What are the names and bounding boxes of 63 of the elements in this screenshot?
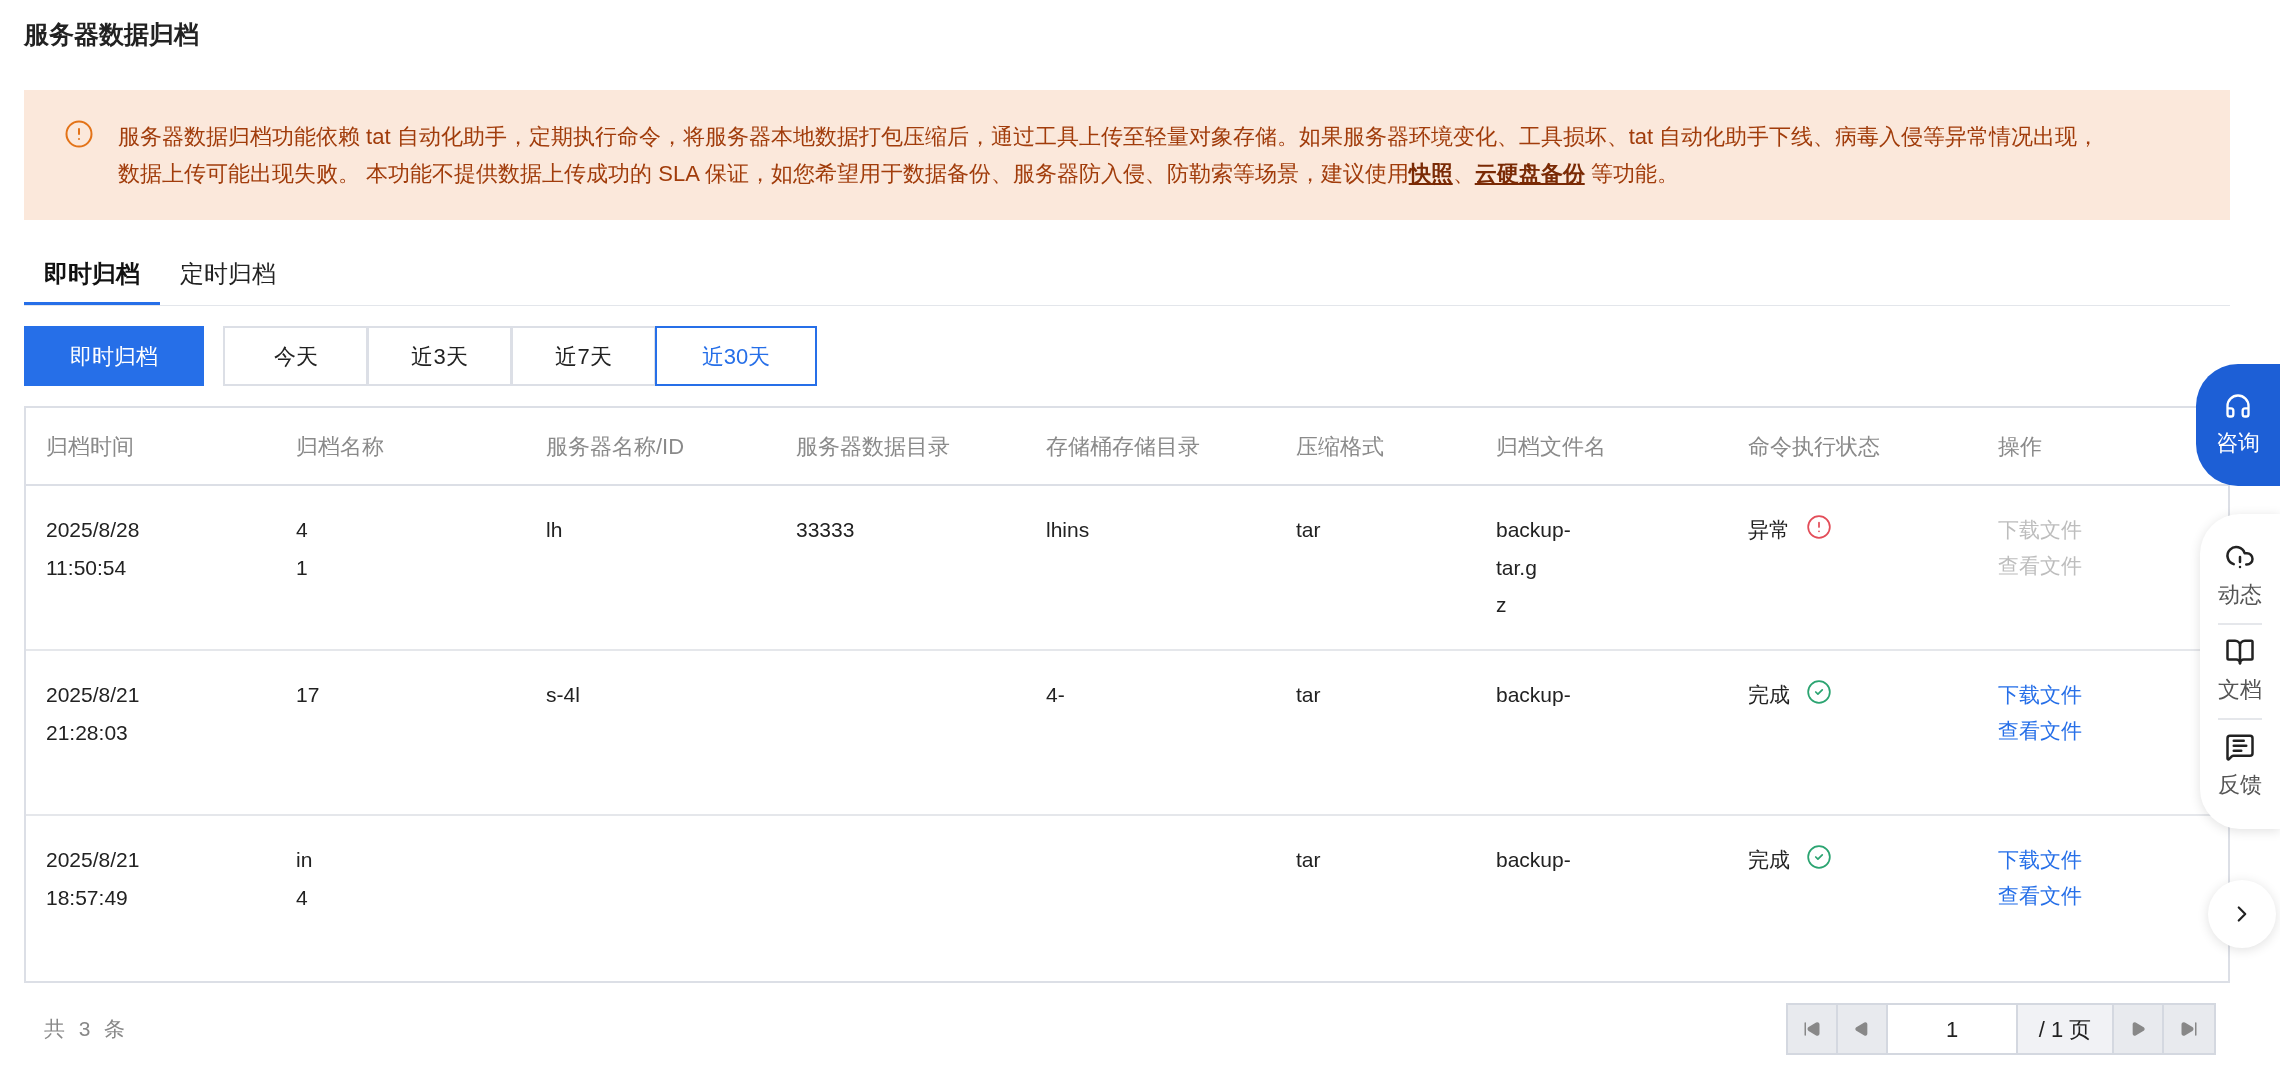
bucket-directory: 4- (1046, 682, 1066, 708)
warning-link[interactable]: 快照 (1408, 161, 1453, 186)
date-range-button[interactable]: 近7天 (511, 326, 656, 386)
column-header: 服务器数据目录 (796, 432, 951, 461)
archive-name: 4 (296, 884, 309, 911)
file-link[interactable]: 下载文件 (1998, 844, 2082, 876)
archive-name: 4 (296, 517, 309, 543)
column-header: 归档文件名 (1496, 432, 1607, 461)
file-link[interactable]: 查看文件 (1998, 714, 2082, 746)
message-icon (2225, 732, 2255, 762)
column-header: 操作 (1998, 432, 2043, 461)
archive-time: 2025/8/21 (46, 847, 141, 873)
data-directory: 33333 (796, 517, 856, 543)
column-header: 命令执行状态 (1748, 432, 1881, 461)
archive-name: 1 (296, 554, 309, 581)
compression-format: tar (1296, 683, 1321, 706)
archive-time: 18:57:49 (46, 884, 129, 911)
archive-time: 21:28:03 (46, 719, 129, 746)
archive-file-name: z (1496, 592, 1508, 618)
warning-link[interactable]: 云硬盘备份 (1474, 161, 1585, 186)
archive-time: 11:50:54 (46, 554, 128, 581)
compression-format: tar (1296, 518, 1321, 541)
warning-icon (64, 119, 94, 149)
file-link[interactable]: 查看文件 (1998, 879, 2082, 911)
side-panel-item[interactable]: 反馈 (2218, 732, 2262, 801)
column-header: 归档名称 (296, 432, 385, 461)
column-header: 存储桶存储目录 (1046, 432, 1201, 461)
alert-icon (1806, 514, 1832, 540)
side-panel-item[interactable]: 文档 (2218, 637, 2262, 706)
archive-name: in (296, 847, 314, 873)
archive-file-name: backup- (1496, 682, 1572, 708)
side-panel-item[interactable]: 动态 (2218, 542, 2262, 611)
column-header: 压缩格式 (1296, 432, 1385, 461)
check-icon (1806, 679, 1832, 705)
warning-text: 服务器数据归档功能依赖 tat 自动化助手，定期执行命令，将服务器本地数据打包压缩后，通过工具上传至轻量对象存储。如果服务器环境变化、工具损坏、tat 自动化助手下线、病毒入侵等异常情况出现，数据上传可能出现失败。 本功能不提供数据上传成功的 SLA 保证，如您希望用于数据备份、服务器防入侵、防勒索等场景，建议使用快照、云硬盘备份 等功能。 (118, 123, 2101, 188)
archive-time: 2025/8/28 (46, 517, 141, 543)
archive-button[interactable]: 即时归档 (24, 326, 204, 386)
archive-file-name: backup- (1496, 517, 1572, 543)
tab[interactable]: 即时归档 (24, 256, 160, 305)
date-range-button[interactable]: 近30天 (655, 326, 817, 386)
status-text: 完成 (1748, 682, 1790, 708)
tab[interactable]: 定时归档 (160, 256, 296, 305)
archive-name: 17 (296, 682, 321, 708)
status-text: 异常 (1748, 517, 1790, 543)
book-icon (2225, 637, 2255, 667)
file-link[interactable]: 下载文件 (1998, 679, 2082, 711)
page-title: 服务器数据归档 (24, 19, 200, 50)
headset-icon (2224, 391, 2252, 420)
archive-file-name: backup- (1496, 847, 1572, 873)
consult-button[interactable]: 咨询 (2196, 364, 2280, 486)
date-range-button[interactable]: 今天 (223, 326, 368, 386)
archive-file-name: tar.g (1496, 554, 1538, 581)
server-name: lh (546, 517, 564, 543)
server-name: s-4l (546, 682, 581, 708)
compression-format: tar (1296, 848, 1321, 871)
check-icon (1806, 844, 1832, 870)
archive-time: 2025/8/21 (46, 682, 141, 708)
column-header: 归档时间 (46, 432, 135, 461)
date-range-button[interactable]: 近3天 (367, 326, 512, 386)
bucket-directory: lhins (1046, 517, 1091, 543)
status-text: 完成 (1748, 847, 1790, 873)
total-count: 共 3 条 (44, 1016, 130, 1043)
column-header: 服务器名称/ID (546, 432, 686, 461)
